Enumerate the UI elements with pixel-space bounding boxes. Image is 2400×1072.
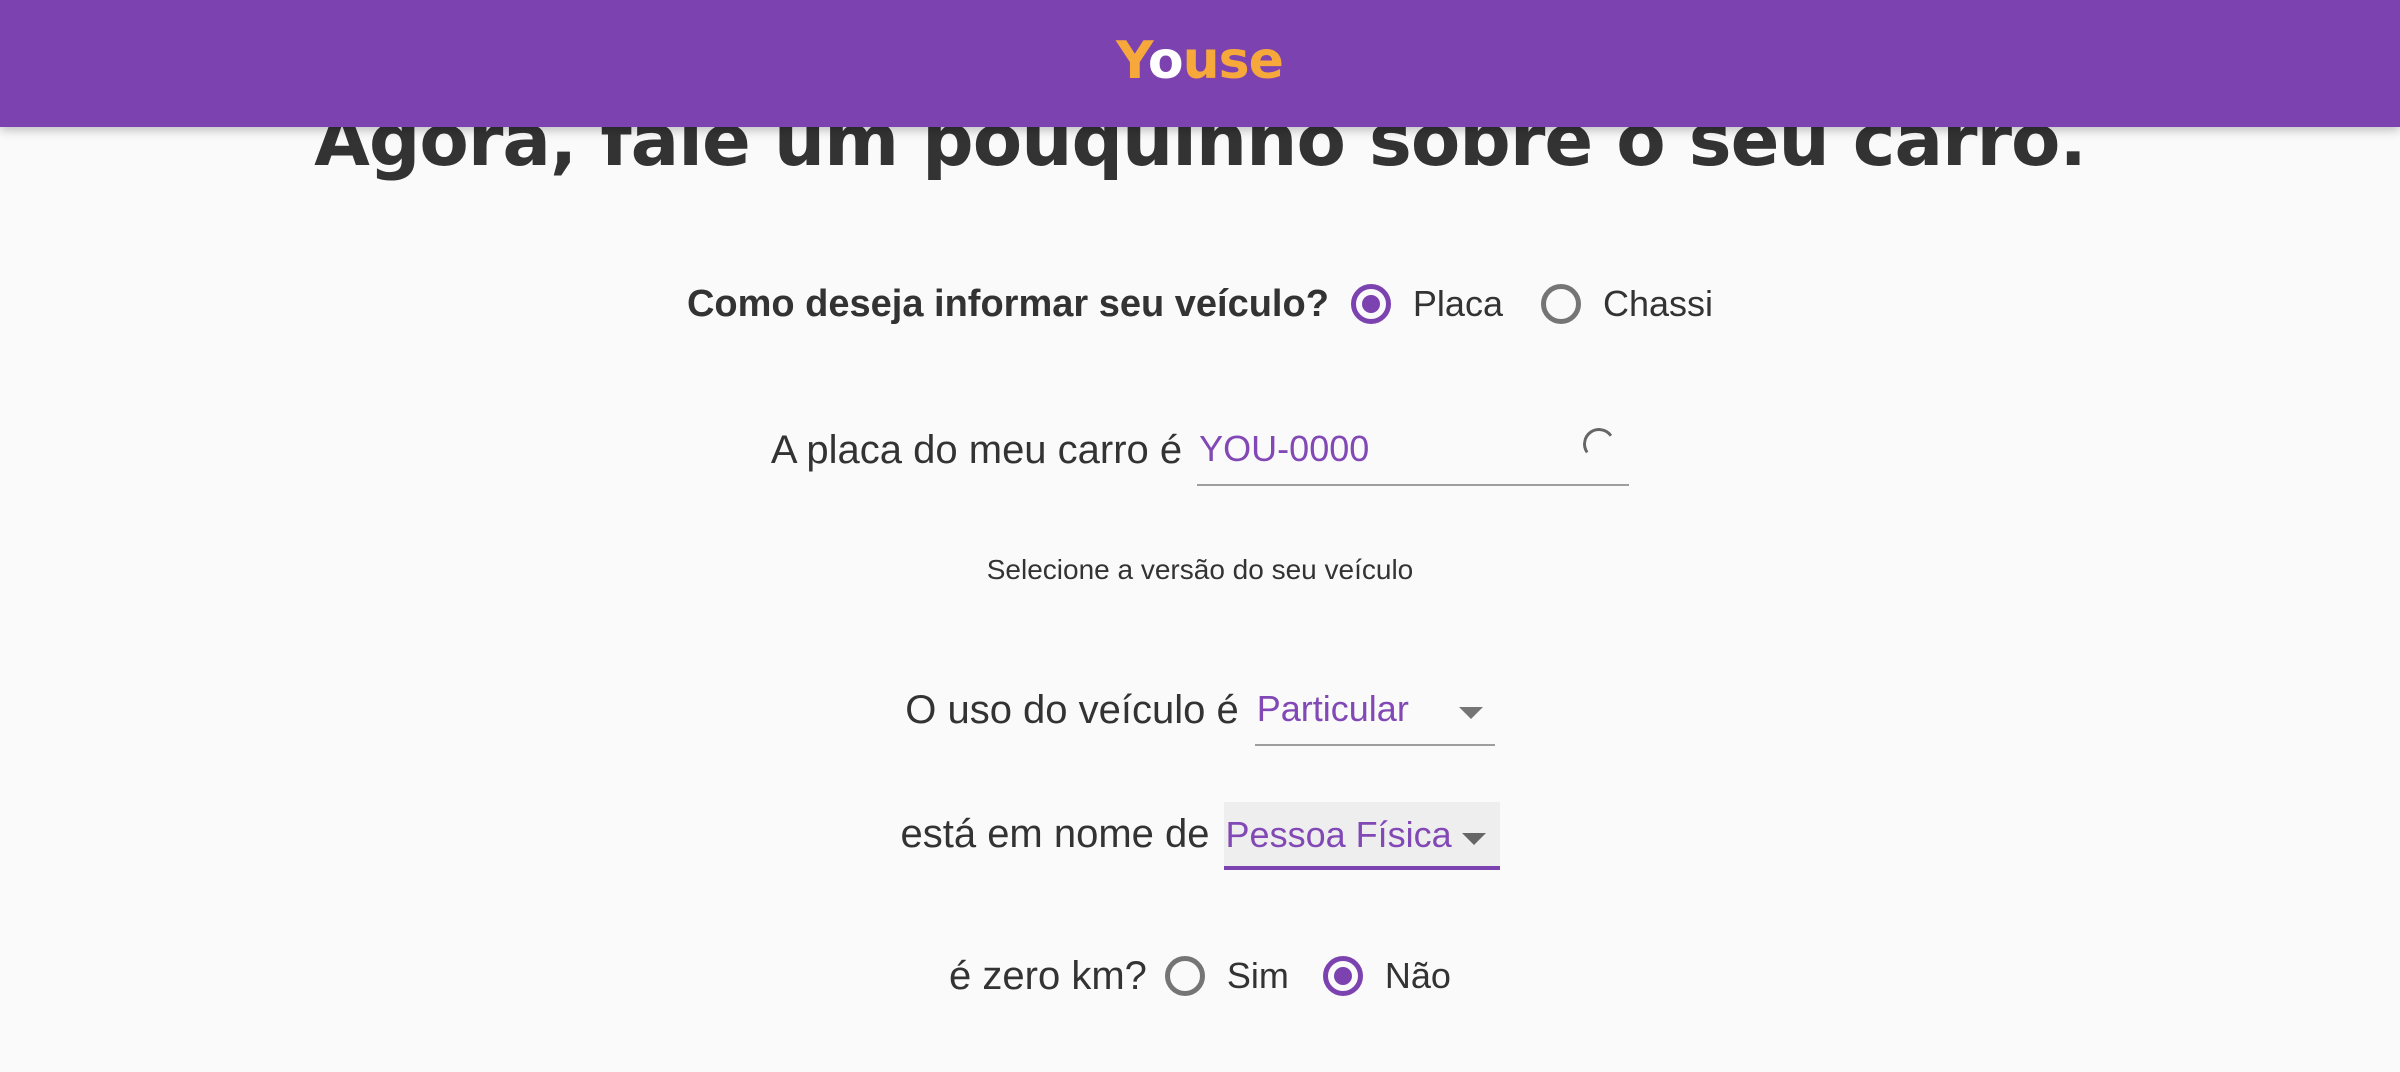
plate-row: A placa do meu carro é YOU-0000	[0, 410, 2400, 490]
usage-select-value[interactable]: Particular	[1257, 688, 1409, 730]
radio-chassi[interactable]: Chassi	[1540, 283, 1713, 325]
top-bar: Youse	[0, 0, 2400, 127]
radio-nao[interactable]: Não	[1322, 955, 1451, 997]
radio-chassi-unchecked-icon[interactable]	[1540, 284, 1581, 324]
vehicle-id-method-label: Como deseja informar seu veículo?	[686, 282, 1329, 325]
version-hint-row: Selecione a versão do seu veículo	[0, 548, 2400, 592]
owner-select-value[interactable]: Pessoa Física	[1226, 814, 1452, 856]
owner-row: está em nome de Pessoa Física	[0, 798, 2400, 870]
plate-input-value[interactable]: YOU-0000	[1199, 428, 1369, 470]
page: Youse Agora, fale um pouquinho sobre o s…	[0, 0, 2400, 1072]
owner-label: está em nome de	[900, 811, 1210, 856]
logo-text: Youse	[1116, 31, 1284, 91]
usage-label: O uso do veículo é	[905, 687, 1239, 732]
usage-select[interactable]: Particular	[1254, 674, 1495, 746]
radio-placa-label[interactable]: Placa	[1413, 283, 1503, 325]
zero-km-row: é zero km? Sim Não	[0, 940, 2400, 1012]
radio-sim-label[interactable]: Sim	[1227, 955, 1289, 997]
chevron-down-icon[interactable]	[1458, 707, 1483, 719]
owner-select[interactable]: Pessoa Física	[1223, 802, 1500, 870]
radio-sim[interactable]: Sim	[1164, 955, 1289, 997]
usage-row: O uso do veículo é Particular	[0, 670, 2400, 750]
youse-logo[interactable]: Youse	[1116, 30, 1286, 92]
radio-chassi-label[interactable]: Chassi	[1603, 283, 1713, 325]
spinner-icon	[1580, 425, 1618, 463]
zero-km-label: é zero km?	[949, 953, 1147, 998]
radio-placa-checked-icon[interactable]	[1350, 284, 1391, 324]
vehicle-id-method-row: Como deseja informar seu veículo? Placa …	[0, 268, 2400, 340]
radio-nao-checked-icon[interactable]	[1322, 956, 1363, 996]
radio-nao-label[interactable]: Não	[1385, 955, 1451, 997]
radio-placa[interactable]: Placa	[1350, 283, 1503, 325]
plate-input[interactable]: YOU-0000	[1197, 414, 1630, 486]
radio-sim-unchecked-icon[interactable]	[1164, 956, 1205, 996]
version-hint-text: Selecione a versão do seu veículo	[986, 554, 1414, 585]
chevron-down-icon[interactable]	[1461, 833, 1486, 845]
plate-label: A placa do meu carro é	[770, 427, 1183, 472]
